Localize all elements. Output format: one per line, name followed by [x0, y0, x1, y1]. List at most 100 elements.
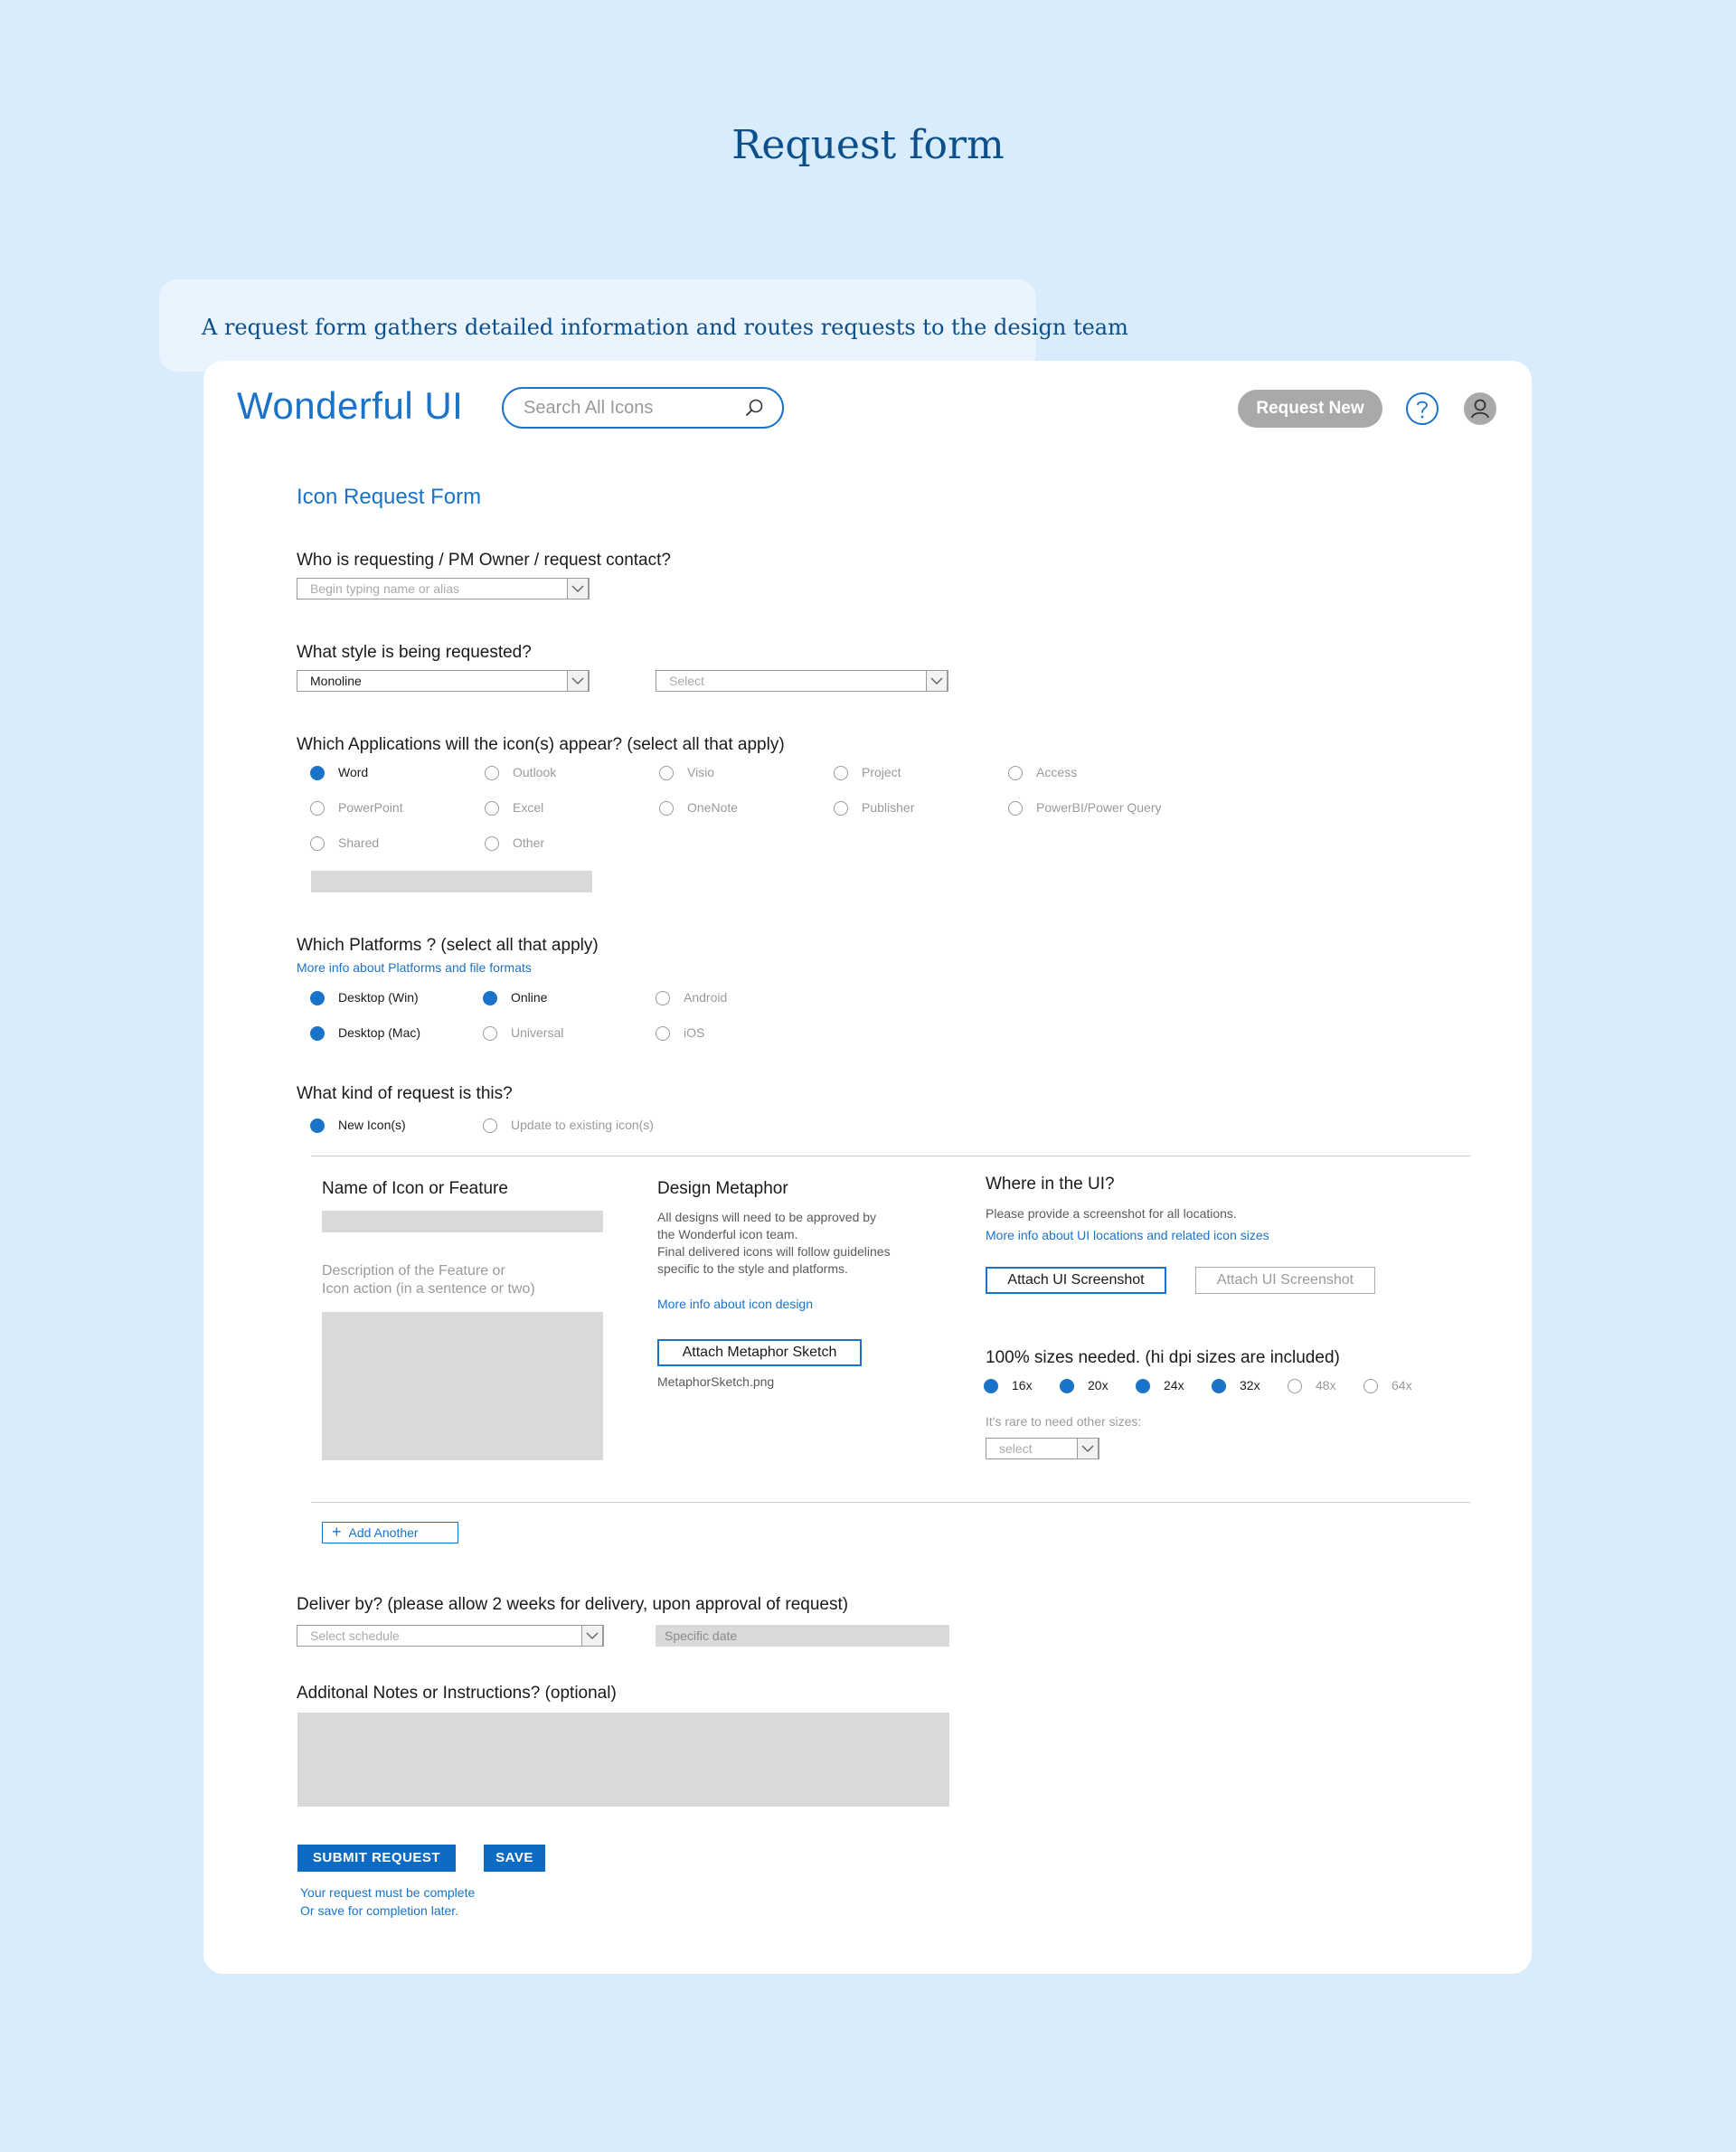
chevron-down-icon[interactable] — [926, 670, 948, 692]
platform-option-radio[interactable] — [310, 991, 325, 1005]
request-kind-option-label[interactable]: Update to existing icon(s) — [511, 1118, 654, 1132]
application-option-radio[interactable] — [485, 766, 499, 780]
kind-question: What kind of request is this? — [297, 1084, 513, 1103]
request-kind-option-label[interactable]: New Icon(s) — [338, 1118, 406, 1132]
platform-option-label[interactable]: iOS — [684, 1025, 704, 1040]
application-option-radio[interactable] — [310, 766, 325, 780]
notes-textarea[interactable] — [297, 1713, 949, 1807]
chevron-down-icon[interactable] — [567, 578, 589, 599]
application-option-radio[interactable] — [834, 801, 848, 816]
design-metaphor-text: All designs will need to be approved by … — [657, 1210, 891, 1276]
other-sizes-label: It's rare to need other sizes: — [986, 1414, 1142, 1429]
requester-select[interactable]: Begin typing name or alias — [297, 578, 590, 599]
application-option-radio[interactable] — [310, 836, 325, 851]
platform-option-label[interactable]: Android — [684, 990, 727, 1005]
application-option-label[interactable]: Excel — [513, 800, 543, 815]
request-kind-option-radio[interactable] — [483, 1118, 497, 1133]
application-option-label[interactable]: PowerPoint — [338, 800, 403, 815]
size-option-radio[interactable] — [984, 1379, 998, 1393]
requester-placeholder: Begin typing name or alias — [310, 581, 459, 596]
platform-option-radio[interactable] — [483, 1026, 497, 1041]
size-option-label[interactable]: 24x — [1164, 1378, 1184, 1392]
application-option-label[interactable]: Publisher — [862, 800, 914, 815]
platform-option-label[interactable]: Desktop (Win) — [338, 990, 419, 1005]
platform-option-label[interactable]: Universal — [511, 1025, 563, 1040]
application-option-label[interactable]: Project — [862, 765, 901, 779]
requester-question: Who is requesting / PM Owner / request c… — [297, 551, 671, 570]
search-icon[interactable] — [744, 398, 764, 418]
size-option-label[interactable]: 64x — [1392, 1378, 1412, 1392]
other-application-input[interactable] — [311, 871, 592, 892]
ui-locations-info-link[interactable]: More info about UI locations and related… — [986, 1228, 1269, 1242]
description-textarea[interactable] — [322, 1312, 603, 1460]
attach-metaphor-sketch-button[interactable]: Attach Metaphor Sketch — [657, 1339, 862, 1366]
application-option-label[interactable]: Access — [1036, 765, 1077, 779]
platform-option-radio[interactable] — [310, 1026, 325, 1041]
save-button[interactable]: SAVE — [484, 1845, 545, 1872]
size-option-label[interactable]: 16x — [1012, 1378, 1033, 1392]
help-icon[interactable] — [1405, 392, 1439, 426]
application-option-label[interactable]: Visio — [687, 765, 714, 779]
application-option-radio[interactable] — [485, 801, 499, 816]
app-logo[interactable]: Wonderful UI — [237, 384, 463, 428]
platform-option-label[interactable]: Online — [511, 990, 547, 1005]
notes-question: Additonal Notes or Instructions? (option… — [297, 1684, 617, 1703]
application-option-label[interactable]: Outlook — [513, 765, 556, 779]
style-select[interactable]: Monoline — [297, 670, 590, 692]
where-in-ui-text: Please provide a screenshot for all loca… — [986, 1206, 1237, 1221]
application-option-label[interactable]: Other — [513, 835, 544, 850]
application-option-label[interactable]: OneNote — [687, 800, 738, 815]
application-option-radio[interactable] — [659, 801, 674, 816]
submit-request-button[interactable]: SUBMIT REQUEST — [297, 1845, 456, 1872]
request-new-button[interactable]: Request New — [1238, 390, 1382, 428]
size-option-radio[interactable] — [1212, 1379, 1226, 1393]
platform-option-label[interactable]: Desktop (Mac) — [338, 1025, 420, 1040]
style-secondary-select[interactable]: Select — [656, 670, 948, 692]
sizes-title: 100% sizes needed. (hi dpi sizes are inc… — [986, 1348, 1340, 1367]
where-in-ui-title: Where in the UI? — [986, 1175, 1115, 1194]
application-option-label[interactable]: Shared — [338, 835, 379, 850]
application-option-radio[interactable] — [1008, 801, 1023, 816]
icon-design-info-link[interactable]: More info about icon design — [657, 1297, 813, 1311]
application-option-radio[interactable] — [834, 766, 848, 780]
add-another-button[interactable]: + Add Another — [322, 1522, 458, 1543]
chevron-down-icon[interactable] — [1077, 1438, 1099, 1459]
application-option-radio[interactable] — [659, 766, 674, 780]
application-option-radio[interactable] — [485, 836, 499, 851]
size-option-label[interactable]: 48x — [1316, 1378, 1336, 1392]
other-sizes-placeholder: select — [999, 1441, 1033, 1456]
size-option-label[interactable]: 32x — [1240, 1378, 1260, 1392]
size-option-radio[interactable] — [1363, 1379, 1378, 1393]
platform-option-radio[interactable] — [656, 991, 670, 1005]
applications-question: Which Applications will the icon(s) appe… — [297, 735, 785, 754]
request-kind-option-radio[interactable] — [310, 1118, 325, 1133]
size-option-radio[interactable] — [1136, 1379, 1150, 1393]
platforms-info-link[interactable]: More info about Platforms and file forma… — [297, 960, 532, 975]
other-sizes-select[interactable]: select — [986, 1438, 1099, 1459]
size-option-radio[interactable] — [1060, 1379, 1074, 1393]
size-option-radio[interactable] — [1288, 1379, 1302, 1393]
application-option-radio[interactable] — [1008, 766, 1023, 780]
style-secondary-placeholder: Select — [669, 674, 704, 688]
form-title: Icon Request Form — [297, 485, 482, 509]
footer-note: Your request must be complete Or save fo… — [300, 1885, 476, 1918]
platform-option-radio[interactable] — [656, 1026, 670, 1041]
icon-name-input[interactable] — [322, 1211, 603, 1232]
attach-ui-screenshot-disabled-button[interactable]: Attach UI Screenshot — [1195, 1267, 1375, 1294]
application-option-label[interactable]: PowerBI/Power Query — [1036, 800, 1162, 815]
chevron-down-icon[interactable] — [581, 1625, 603, 1647]
size-option-label[interactable]: 20x — [1088, 1378, 1109, 1392]
search-input[interactable]: Search All Icons — [502, 387, 784, 429]
callout-text: A request form gathers detailed informat… — [202, 315, 1128, 340]
schedule-placeholder: Select schedule — [310, 1628, 400, 1643]
user-avatar-icon[interactable] — [1463, 392, 1497, 426]
platform-option-radio[interactable] — [483, 991, 497, 1005]
chevron-down-icon[interactable] — [567, 670, 589, 692]
style-value: Monoline — [310, 674, 362, 688]
schedule-select[interactable]: Select schedule — [297, 1625, 604, 1647]
attach-ui-screenshot-button[interactable]: Attach UI Screenshot — [986, 1267, 1166, 1294]
specific-date-input[interactable]: Specific date — [656, 1625, 949, 1647]
application-option-label[interactable]: Word — [338, 765, 368, 779]
platforms-question: Which Platforms ? (select all that apply… — [297, 936, 599, 955]
application-option-radio[interactable] — [310, 801, 325, 816]
